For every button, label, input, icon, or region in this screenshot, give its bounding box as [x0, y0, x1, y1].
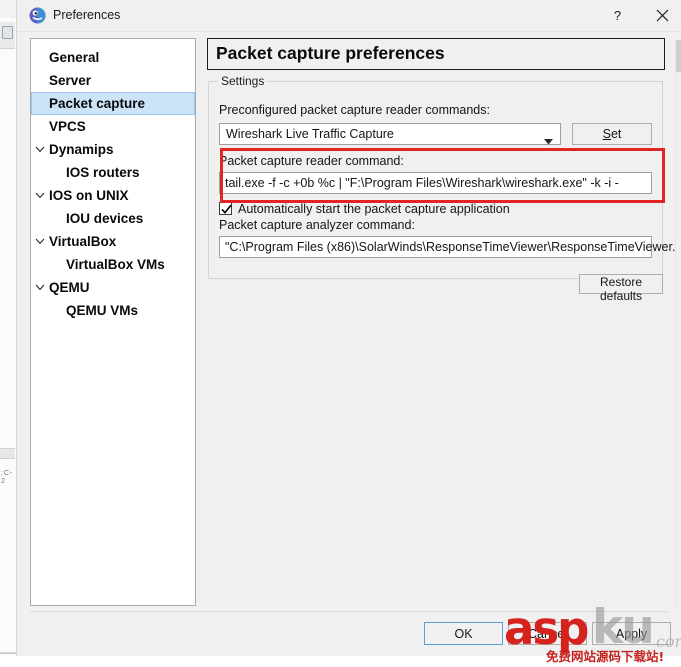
background-window-splitter: [0, 448, 15, 459]
chevron-down-icon: [544, 132, 553, 150]
sidebar-item-label: QEMU VMs: [66, 303, 139, 318]
chevron-down-icon[interactable]: [35, 230, 47, 253]
set-button[interactable]: Set: [572, 123, 652, 145]
sidebar-item-label: IOU devices: [66, 211, 144, 226]
settings-group-legend: Settings: [218, 74, 268, 88]
settings-group-box: Settings Preconfigured packet capture re…: [208, 74, 681, 279]
tree-top-padding: [31, 39, 195, 46]
close-button[interactable]: [640, 0, 681, 31]
packet-capture-settings-panel: Packet capture preferences Settings Prec…: [207, 38, 681, 303]
sidebar-item-label: VirtualBox VMs: [66, 257, 165, 272]
preconfigured-commands-value: Wireshark Live Traffic Capture: [226, 127, 394, 141]
reader-command-label: Packet capture reader command:: [219, 154, 404, 168]
preferences-category-tree[interactable]: General Server Packet capture VPCS Dynamips I…: [30, 38, 196, 606]
page-title-box: Packet capture preferences: [207, 38, 665, 70]
preferences-dialog: Preferences ? General Server Packet captur…: [16, 0, 681, 664]
title-bar-divider: [17, 31, 681, 32]
title-bar: Preferences ?: [17, 0, 681, 32]
sidebar-item-label: VirtualBox: [49, 234, 117, 249]
sidebar-item-label: Packet capture: [49, 96, 146, 111]
analyzer-command-input[interactable]: "C:\Program Files (x86)\SolarWinds\Respo…: [219, 236, 681, 258]
right-scroll-strip[interactable]: [675, 38, 681, 606]
chevron-down-icon[interactable]: [35, 184, 47, 207]
window-title: Preferences: [53, 8, 121, 22]
sidebar-item-packet-capture[interactable]: Packet capture: [31, 92, 195, 115]
reader-command-value: tail.exe -f -c +0b %c | "F:\Program File…: [225, 176, 619, 190]
autostart-label: Automatically start the packet capture a…: [238, 202, 510, 216]
chevron-down-icon[interactable]: [35, 138, 47, 161]
check-icon: [221, 204, 232, 214]
sidebar-item-general[interactable]: General: [31, 46, 195, 69]
background-window-strip: [0, 18, 17, 658]
gns3-logo-icon: [29, 7, 46, 24]
sidebar-item-virtualbox[interactable]: VirtualBox: [31, 230, 195, 253]
sidebar-item-label: IOS on UNIX: [49, 188, 129, 203]
tree-item-list: General Server Packet capture VPCS Dynamips I…: [31, 46, 195, 322]
autostart-checkbox[interactable]: [219, 202, 232, 215]
sidebar-item-ios-routers[interactable]: IOS routers: [31, 161, 195, 184]
right-scroll-thumb[interactable]: [676, 40, 681, 72]
set-button-accel: S: [602, 127, 611, 141]
sidebar-item-label: IOS routers: [66, 165, 140, 180]
footer-divider: [30, 611, 668, 612]
analyzer-command-label: Packet capture analyzer command:: [219, 218, 415, 232]
sidebar-item-label: Dynamips: [49, 142, 114, 157]
apply-button[interactable]: Apply: [592, 622, 671, 645]
background-window-text: : C - 2: [1, 470, 12, 485]
restore-defaults-button[interactable]: Restore defaults: [579, 274, 663, 303]
chevron-down-icon[interactable]: [35, 276, 47, 299]
sidebar-item-dynamips[interactable]: Dynamips: [31, 138, 195, 161]
sidebar-item-qemu-vms[interactable]: QEMU VMs: [31, 299, 195, 322]
desktop-bottom-area: [0, 656, 681, 667]
sidebar-item-iou-devices[interactable]: IOU devices: [31, 207, 195, 230]
sidebar-item-label: VPCS: [49, 119, 86, 134]
sidebar-item-virtualbox-vms[interactable]: VirtualBox VMs: [31, 253, 195, 276]
help-button[interactable]: ?: [595, 0, 640, 31]
sidebar-item-vpcs[interactable]: VPCS: [31, 115, 195, 138]
sidebar-item-label: QEMU: [49, 280, 90, 295]
sidebar-item-server[interactable]: Server: [31, 69, 195, 92]
sidebar-item-label: Server: [49, 73, 92, 88]
sidebar-item-ios-on-unix[interactable]: IOS on UNIX: [31, 184, 195, 207]
preconfigured-commands-dropdown[interactable]: Wireshark Live Traffic Capture: [219, 123, 561, 145]
set-button-rest: et: [610, 127, 622, 141]
sidebar-item-label: General: [49, 50, 100, 65]
sidebar-item-qemu[interactable]: QEMU: [31, 276, 195, 299]
reader-command-input[interactable]: tail.exe -f -c +0b %c | "F:\Program File…: [219, 172, 652, 194]
close-icon: [656, 9, 669, 22]
cancel-button[interactable]: Cancel: [508, 622, 587, 645]
background-window-icon: [2, 26, 13, 39]
preconfigured-commands-label: Preconfigured packet capture reader comm…: [219, 103, 490, 117]
ok-button[interactable]: OK: [424, 622, 503, 645]
page-title: Packet capture preferences: [216, 43, 445, 63]
analyzer-command-value: "C:\Program Files (x86)\SolarWinds\Respo…: [225, 240, 681, 254]
